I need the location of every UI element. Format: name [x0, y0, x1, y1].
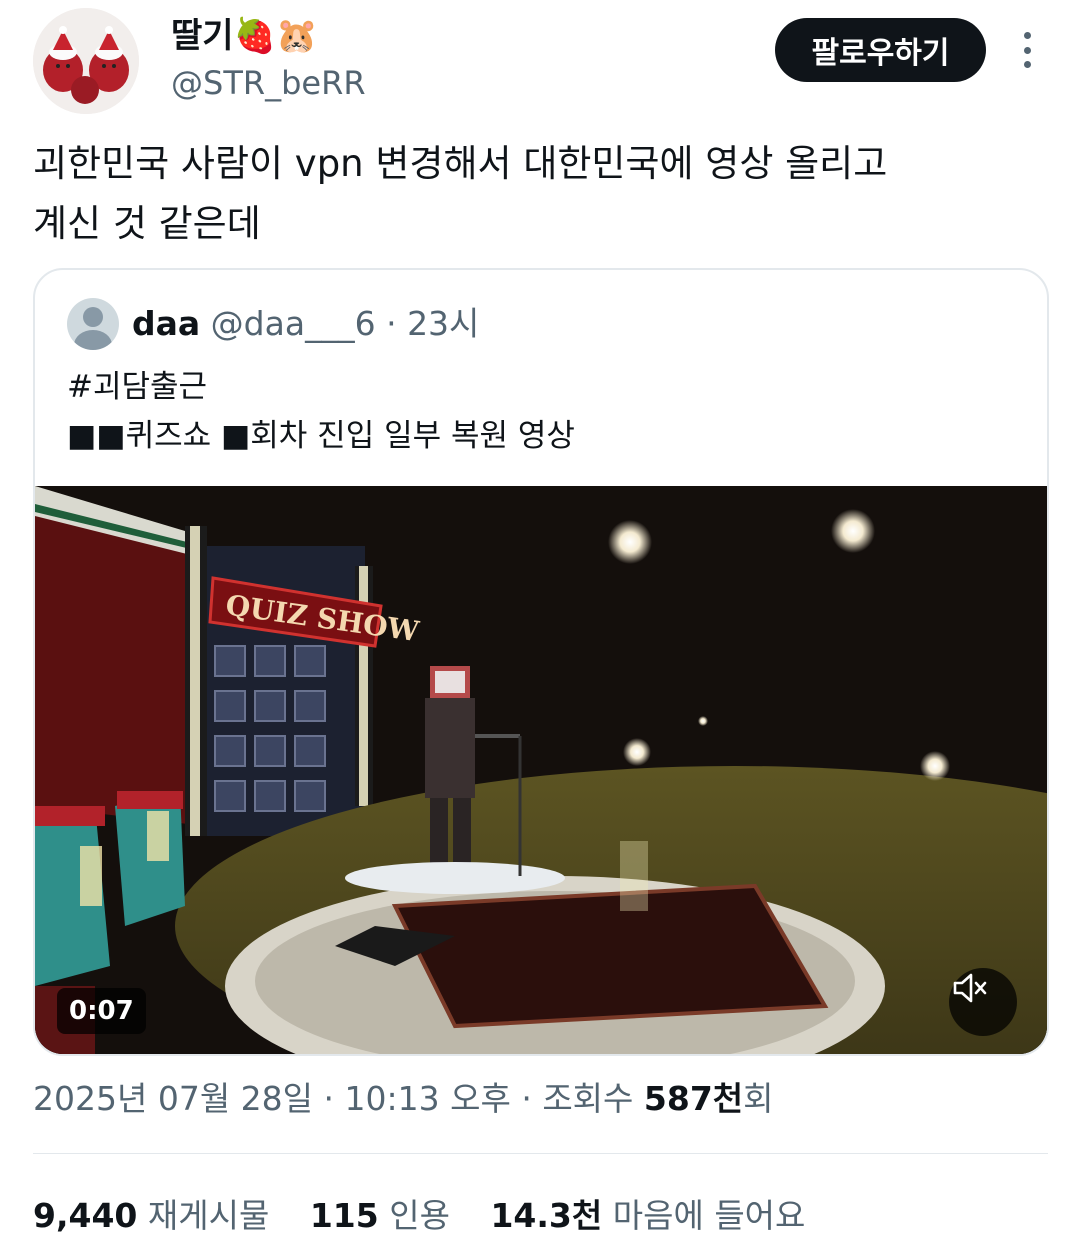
- default-avatar-icon[interactable]: [67, 298, 119, 350]
- quoted-hashtag[interactable]: #괴담출근: [67, 364, 207, 410]
- quotes-stat[interactable]: 115 인용: [310, 1196, 450, 1235]
- author-handle[interactable]: @STR_beRR: [171, 60, 366, 106]
- video-player[interactable]: QUIZ SHOW 0:07: [35, 486, 1047, 1054]
- quoted-body-text: ■■퀴즈쇼 ■회차 진입 일부 복원 영상: [67, 418, 575, 454]
- quoted-time: 23시: [407, 304, 480, 343]
- more-icon[interactable]: [1010, 28, 1044, 72]
- divider: [33, 1153, 1048, 1154]
- tweet-timestamp: 2025년 07월 28일 · 10:13 오후 · 조회수 587천회: [33, 1079, 774, 1118]
- tweet-text: 괴한민국 사람이 vpn 변경해서 대한민국에 영상 올리고 계신 것 같은데: [33, 134, 1043, 254]
- quoted-author-handle: @daa___6 · 23시: [210, 304, 480, 343]
- tweet-time[interactable]: 10:13 오후: [345, 1079, 511, 1118]
- tweet-text-line: 계신 것 같은데: [33, 202, 261, 245]
- views-count: 587천: [643, 1079, 744, 1118]
- reposts-stat[interactable]: 9,440 재게시물: [33, 1196, 269, 1235]
- quoted-author-name[interactable]: daa: [132, 304, 200, 343]
- tweet-date[interactable]: 2025년 07월 28일: [33, 1079, 313, 1118]
- quoted-tweet-card[interactable]: daa @daa___6 · 23시 #괴담출근 ■■퀴즈쇼 ■회차 진입 일부…: [33, 268, 1049, 1056]
- video-duration: 0:07: [57, 988, 146, 1034]
- author-display-name[interactable]: 딸기🍓🐹: [171, 12, 318, 60]
- mute-icon[interactable]: [949, 968, 1017, 1036]
- video-frame: QUIZ SHOW: [35, 486, 1047, 1054]
- tweet-text-line: 괴한민국 사람이 vpn 변경해서 대한민국에 영상 올리고: [33, 142, 888, 185]
- author-avatar[interactable]: [33, 8, 139, 114]
- quoted-tweet-header: daa @daa___6 · 23시: [132, 300, 479, 348]
- engagement-stats: 9,440 재게시물 115 인용 14.3천 마음에 들어요: [33, 1192, 835, 1240]
- views-label: 조회수: [542, 1079, 644, 1118]
- likes-stat[interactable]: 14.3천 마음에 들어요: [490, 1196, 805, 1235]
- follow-button[interactable]: 팔로우하기: [775, 18, 986, 82]
